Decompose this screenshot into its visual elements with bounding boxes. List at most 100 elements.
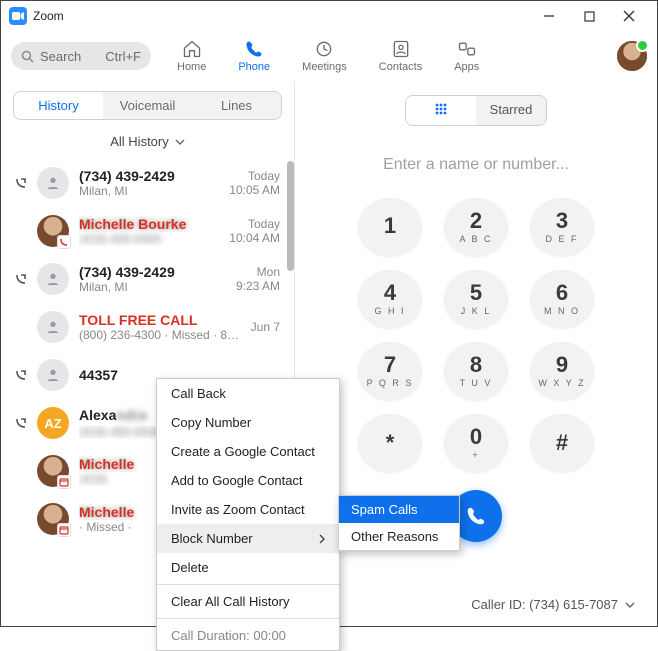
key-0[interactable]: 0+ (444, 414, 508, 472)
call-date: Today (229, 217, 280, 231)
outgoing-call-icon (15, 369, 27, 381)
caller-name: (734) 439-2429 (79, 264, 226, 280)
caller-avatar (37, 167, 69, 199)
nav-apps-label: Apps (454, 61, 479, 73)
caller-sub: (419) 400-0400 (79, 232, 219, 246)
key-7[interactable]: 7P Q R S (358, 342, 422, 400)
caller-avatar (37, 359, 69, 391)
tab-history[interactable]: History (14, 92, 103, 119)
nav-apps[interactable]: Apps (454, 39, 479, 73)
menu-copy-number[interactable]: Copy Number (157, 408, 339, 437)
search-shortcut: Ctrl+F (105, 49, 141, 64)
window-title: Zoom (33, 9, 64, 23)
close-button[interactable] (609, 2, 649, 30)
nav-phone-label: Phone (238, 61, 270, 73)
key-3[interactable]: 3D E F (530, 198, 594, 256)
caller-name: TOLL FREE CALL (79, 312, 241, 328)
menu-call-back[interactable]: Call Back (157, 379, 339, 408)
chevron-down-icon (625, 602, 635, 608)
nav-tabs: Home Phone Meetings Contacts Apps (177, 39, 479, 73)
tab-lines[interactable]: Lines (192, 92, 281, 119)
caller-name: Michelle Bourke (79, 216, 219, 232)
dialpad: 1 2A B C 3D E F 4G H I 5J K L 6M N O 7P … (358, 198, 594, 472)
nav-home[interactable]: Home (177, 39, 206, 73)
key-1[interactable]: 1 (358, 198, 422, 256)
starred-tab[interactable]: Starred (476, 96, 546, 125)
zoom-logo-icon (9, 7, 27, 25)
search-input[interactable]: Search Ctrl+F (11, 42, 151, 70)
window-controls (529, 2, 649, 30)
outgoing-call-icon (15, 273, 27, 285)
call-row[interactable]: (734) 439-2429 Milan, MI Mon9:23 AM (1, 255, 294, 303)
call-date: Today (229, 169, 280, 183)
call-date: Mon (236, 265, 280, 279)
tab-voicemail[interactable]: Voicemail (103, 92, 192, 119)
search-icon (21, 50, 34, 63)
calendar-badge-icon (57, 523, 71, 537)
outgoing-call-icon (15, 177, 27, 189)
key-6[interactable]: 6M N O (530, 270, 594, 328)
submenu-spam-calls[interactable]: Spam Calls (339, 496, 459, 523)
phone-tabs: History Voicemail Lines (13, 91, 282, 120)
history-filter[interactable]: All History (1, 134, 294, 149)
chevron-down-icon (175, 139, 185, 145)
key-9[interactable]: 9W X Y Z (530, 342, 594, 400)
caller-avatar (37, 263, 69, 295)
key-5[interactable]: 5J K L (444, 270, 508, 328)
call-row[interactable]: Michelle Bourke (419) 400-0400 Today10:0… (1, 207, 294, 255)
caller-id-label: Caller ID: (734) 615-7087 (471, 597, 618, 612)
menu-add-google-contact[interactable]: Add to Google Contact (157, 466, 339, 495)
nav-contacts-label: Contacts (379, 61, 422, 73)
context-menu: Call Back Copy Number Create a Google Co… (156, 378, 340, 651)
dialpad-tab[interactable] (406, 96, 476, 125)
caller-avatar (37, 503, 69, 535)
calendar-badge-icon (57, 475, 71, 489)
nav-meetings[interactable]: Meetings (302, 39, 347, 73)
nav-meetings-label: Meetings (302, 61, 347, 73)
menu-invite-zoom-contact[interactable]: Invite as Zoom Contact (157, 495, 339, 524)
phone-icon (465, 505, 487, 527)
nav-home-label: Home (177, 61, 206, 73)
caller-sub: Milan, MI (79, 184, 219, 198)
menu-delete[interactable]: Delete (157, 553, 339, 582)
toolbar: Search Ctrl+F Home Phone Meetings Contac… (1, 31, 657, 81)
user-avatar[interactable] (617, 41, 647, 71)
caller-avatar (37, 455, 69, 487)
apps-icon (456, 39, 478, 59)
missed-badge-icon (57, 235, 71, 249)
outgoing-call-icon (15, 417, 27, 429)
phone-icon (243, 39, 265, 59)
search-label: Search (40, 49, 81, 64)
menu-call-duration: Call Duration: 00:00 (157, 621, 339, 650)
chevron-right-icon (319, 534, 325, 544)
nav-contacts[interactable]: Contacts (379, 39, 422, 73)
dialpad-icon (434, 102, 448, 116)
caller-sub: (800) 236-4300 · Missed · 8:44 PM (79, 328, 241, 342)
key-8[interactable]: 8T U V (444, 342, 508, 400)
key-hash[interactable]: # (530, 414, 594, 472)
key-star[interactable]: * (358, 414, 422, 472)
submenu-other-reasons[interactable]: Other Reasons (339, 523, 459, 550)
caller-name: Alexandra (79, 407, 147, 423)
filter-label: All History (110, 134, 169, 149)
caller-name: (734) 439-2429 (79, 168, 219, 184)
number-input[interactable]: Enter a name or number... (383, 156, 569, 174)
key-2[interactable]: 2A B C (444, 198, 508, 256)
call-row[interactable]: (734) 439-2429 Milan, MI Today10:05 AM (1, 159, 294, 207)
minimize-button[interactable] (529, 2, 569, 30)
call-time: 10:05 AM (229, 183, 280, 197)
caller-id-selector[interactable]: Caller ID: (734) 615-7087 (471, 597, 635, 612)
key-4[interactable]: 4G H I (358, 270, 422, 328)
call-row[interactable]: TOLL FREE CALL (800) 236-4300 · Missed ·… (1, 303, 294, 351)
home-icon (181, 39, 203, 59)
clock-icon (313, 39, 335, 59)
caller-sub: Milan, MI (79, 280, 226, 294)
menu-create-google-contact[interactable]: Create a Google Contact (157, 437, 339, 466)
block-submenu: Spam Calls Other Reasons (338, 495, 460, 551)
contacts-icon (390, 39, 412, 59)
nav-phone[interactable]: Phone (238, 39, 270, 73)
maximize-button[interactable] (569, 2, 609, 30)
menu-clear-all[interactable]: Clear All Call History (157, 587, 339, 616)
menu-block-number[interactable]: Block Number (157, 524, 339, 553)
caller-avatar (37, 215, 69, 247)
